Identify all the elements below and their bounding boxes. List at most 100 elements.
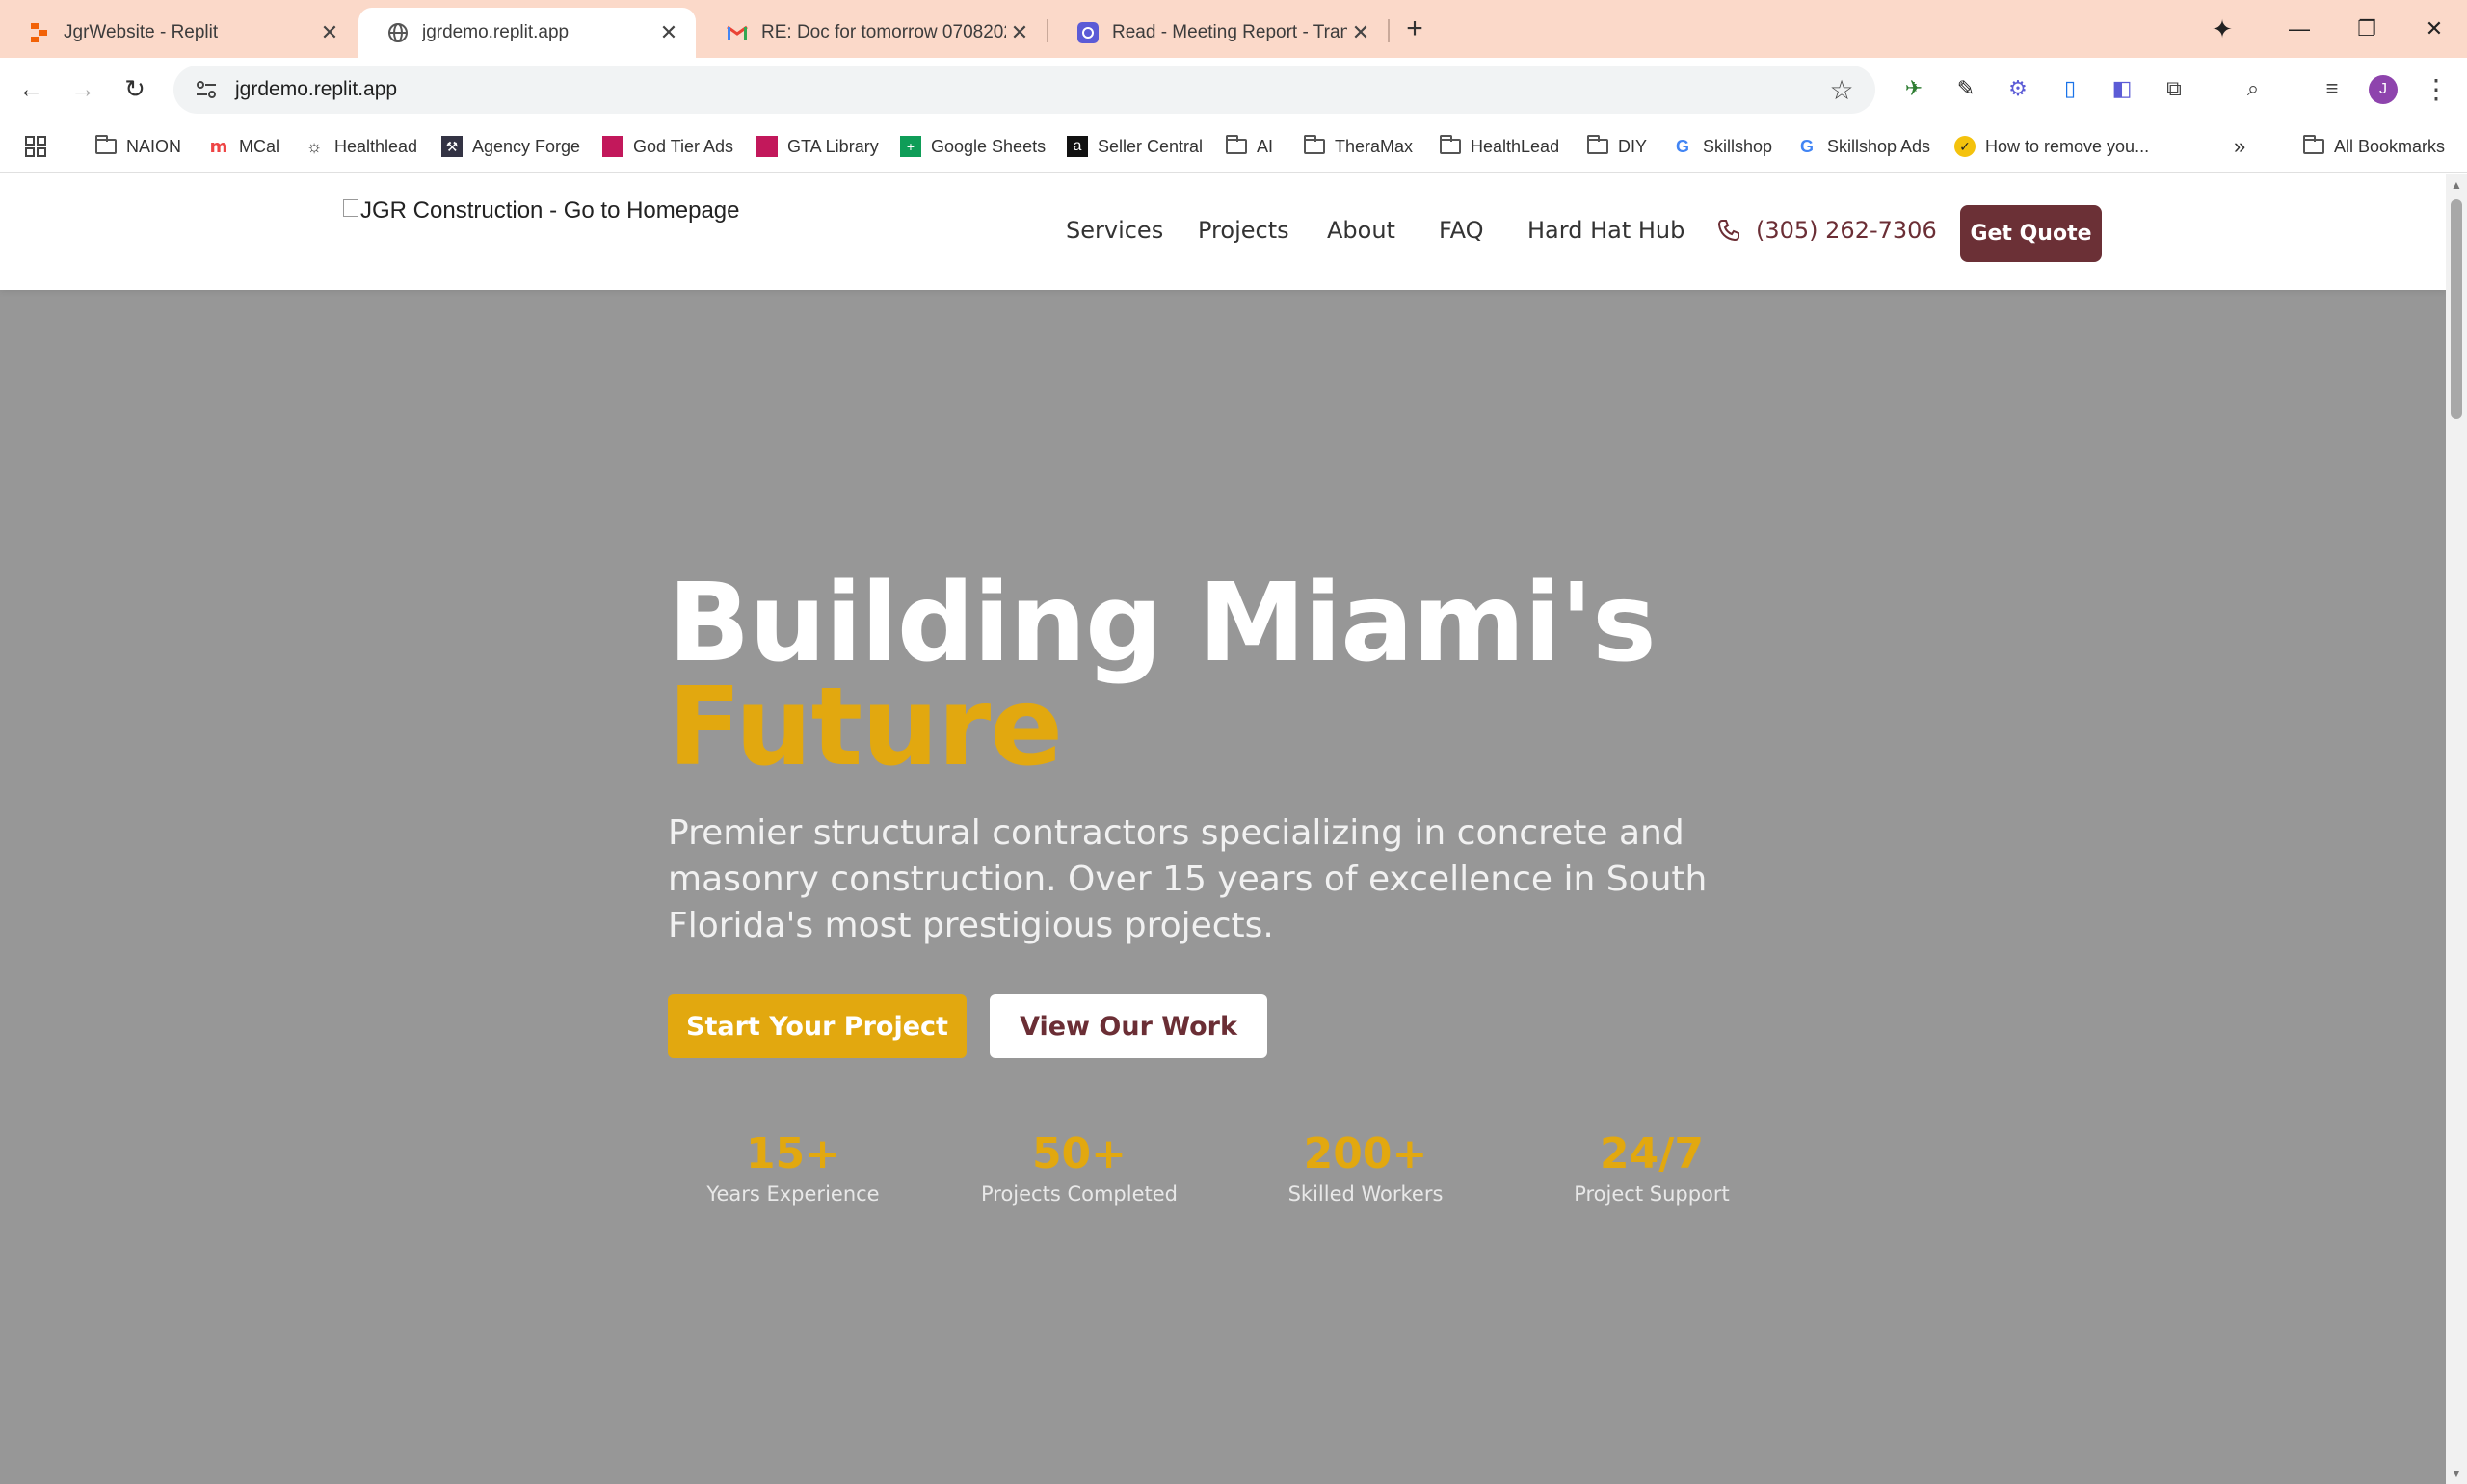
check-icon: ✓: [1954, 136, 1976, 157]
document-extension-icon[interactable]: ▯: [2055, 73, 2085, 104]
globe-icon: [387, 22, 409, 43]
bookmark-theramax[interactable]: TheraMax: [1304, 131, 1413, 162]
forward-icon[interactable]: →: [62, 67, 104, 110]
folder-icon: [1440, 135, 1461, 157]
scroll-down-icon[interactable]: ▼: [2450, 1467, 2463, 1480]
bookmark-label: How to remove you...: [1985, 136, 2150, 156]
scroll-thumb[interactable]: [2451, 199, 2462, 419]
bulb-icon: ☼: [305, 136, 323, 156]
address-bar[interactable]: jgrdemo.replit.app ☆: [173, 66, 1875, 114]
eyedropper-extension-icon[interactable]: ✎: [1950, 73, 1981, 104]
tab-search-icon[interactable]: ⌕: [2238, 73, 2268, 104]
stat-label: Skilled Workers: [1287, 1182, 1444, 1206]
gemini-icon[interactable]: ✦: [2193, 8, 2251, 50]
replit-icon: [29, 22, 50, 43]
stat-support: 24/7 Project Support: [1526, 1128, 1777, 1207]
all-bookmarks[interactable]: All Bookmarks: [2303, 131, 2445, 162]
tab-replit[interactable]: JgrWebsite - Replit ✕: [0, 8, 357, 58]
bookmark-google-sheets[interactable]: + Google Sheets: [900, 131, 1046, 162]
stat-label: Projects Completed: [980, 1182, 1178, 1206]
url-text: jgrdemo.replit.app: [235, 78, 398, 100]
bookmark-star-icon[interactable]: ☆: [1827, 75, 1856, 105]
get-quote-button[interactable]: Get Quote: [1960, 205, 2102, 262]
hummingbird-extension-icon[interactable]: ✈: [1898, 73, 1929, 104]
menu-kebab-icon[interactable]: ⋮: [2421, 73, 2452, 104]
bookmark-skillshop[interactable]: G Skillshop: [1672, 131, 1772, 162]
puzzle-extensions-icon[interactable]: ⧉: [2159, 73, 2189, 104]
bookmarks-bar: NAION ⅿ MCal ☼ Healthlead ⚒ Agency Forge Go…: [0, 119, 2467, 173]
stat-value: 15+: [745, 1129, 841, 1179]
scroll-up-icon[interactable]: ▲: [2450, 178, 2463, 192]
phone-icon: [1717, 218, 1742, 243]
bookmark-naion[interactable]: NAION: [95, 131, 181, 162]
tab-title: RE: Doc for tomorrow 07082025: [761, 22, 1006, 42]
meeting-app-icon: [1077, 22, 1099, 43]
site-header: JGR Construction - Go to Homepage Servic…: [0, 174, 2446, 290]
nav-hard-hat-hub[interactable]: Hard Hat Hub: [1527, 217, 1684, 244]
view-work-button[interactable]: View Our Work: [990, 994, 1267, 1058]
bookmark-label: AI: [1257, 136, 1274, 156]
nav-about[interactable]: About: [1327, 217, 1395, 244]
monday-icon: ⅿ: [209, 136, 228, 156]
browser-toolbar: ← → ↻ jgrdemo.replit.app ☆ ✈ ✎ ⚙ ▯ ◧ ⧉ ⌕…: [0, 58, 2467, 119]
site-info-icon[interactable]: [181, 66, 231, 114]
gmail-icon: [727, 22, 748, 43]
phone-number: (305) 262-7306: [1756, 217, 1937, 244]
bookmark-label: DIY: [1618, 136, 1648, 156]
site-logo-link[interactable]: JGR Construction - Go to Homepage: [343, 198, 740, 225]
bookmark-label: Google Sheets: [931, 136, 1047, 156]
apps-grid-icon[interactable]: [25, 131, 46, 162]
bookmark-label: God Tier Ads: [633, 136, 734, 156]
page-scrollbar[interactable]: ▲ ▼: [2446, 174, 2467, 1484]
nav-projects[interactable]: Projects: [1198, 217, 1289, 244]
bookmark-label: Skillshop Ads: [1827, 136, 1931, 156]
tab-meeting-report[interactable]: Read - Meeting Report - Transcript ✕: [1048, 8, 1388, 58]
bookmark-healthlead-folder[interactable]: HealthLead: [1440, 131, 1559, 162]
bookmark-diy[interactable]: DIY: [1587, 131, 1647, 162]
bookmark-label: Agency Forge: [472, 136, 581, 156]
d-extension-icon[interactable]: ◧: [2107, 73, 2137, 104]
media-controls-icon[interactable]: ≡: [2317, 73, 2348, 104]
stat-workers: 200+ Skilled Workers: [1240, 1128, 1491, 1207]
phone-link[interactable]: (305) 262-7306: [1717, 217, 1937, 244]
more-bookmarks-button[interactable]: »: [2234, 131, 2245, 162]
restore-button[interactable]: ❐: [2338, 8, 2396, 50]
folder-icon: [1587, 135, 1608, 157]
hero-title-accent: Future: [668, 665, 1063, 790]
stat-years: 15+ Years Experience: [668, 1128, 918, 1207]
bookmark-skillshop-ads[interactable]: G Skillshop Ads: [1796, 131, 1930, 162]
close-tab-icon[interactable]: ✕: [316, 19, 343, 46]
bookmark-seller-central[interactable]: a Seller Central: [1067, 131, 1203, 162]
tab-gmail[interactable]: RE: Doc for tomorrow 07082025 ✕: [698, 8, 1047, 58]
tab-title: JgrWebsite - Replit: [64, 22, 219, 42]
stat-value: 24/7: [1600, 1129, 1704, 1179]
close-tab-icon[interactable]: ✕: [1347, 19, 1374, 46]
stat-value: 200+: [1303, 1129, 1428, 1179]
bookmark-gta-library[interactable]: GTA Library: [756, 131, 879, 162]
close-window-button[interactable]: ✕: [2405, 8, 2463, 50]
back-icon[interactable]: ←: [10, 67, 52, 110]
gear-extension-icon[interactable]: ⚙: [2003, 73, 2033, 104]
new-tab-button[interactable]: +: [1397, 12, 1432, 46]
bookmark-ai[interactable]: AI: [1226, 131, 1273, 162]
webpage: JGR Construction - Go to Homepage Servic…: [0, 174, 2446, 1484]
nav-services[interactable]: Services: [1066, 217, 1163, 244]
profile-avatar[interactable]: J: [2369, 75, 2398, 104]
bookmark-label: Skillshop: [1703, 136, 1773, 156]
bookmark-agency-forge[interactable]: ⚒ Agency Forge: [441, 131, 580, 162]
nav-faq[interactable]: FAQ: [1439, 217, 1484, 244]
bookmark-healthlead[interactable]: ☼ Healthlead: [304, 131, 417, 162]
close-tab-icon[interactable]: ✕: [655, 19, 682, 46]
folder-icon: [1304, 135, 1325, 157]
tab-jgrdemo[interactable]: jgrdemo.replit.app ✕: [358, 8, 696, 58]
bookmark-mcal[interactable]: ⅿ MCal: [208, 131, 279, 162]
logo-alt-text: JGR Construction - Go to Homepage: [360, 198, 740, 224]
minimize-button[interactable]: —: [2270, 8, 2328, 50]
close-tab-icon[interactable]: ✕: [1006, 19, 1033, 46]
bookmark-label: MCal: [239, 136, 280, 156]
start-project-button[interactable]: Start Your Project: [668, 994, 967, 1058]
tab-strip: JgrWebsite - Replit ✕ jgrdemo.replit.app…: [0, 0, 2467, 58]
reload-icon[interactable]: ↻: [114, 67, 156, 110]
bookmark-god-tier-ads[interactable]: God Tier Ads: [602, 131, 733, 162]
bookmark-how-to-remove[interactable]: ✓ How to remove you...: [1954, 131, 2149, 162]
